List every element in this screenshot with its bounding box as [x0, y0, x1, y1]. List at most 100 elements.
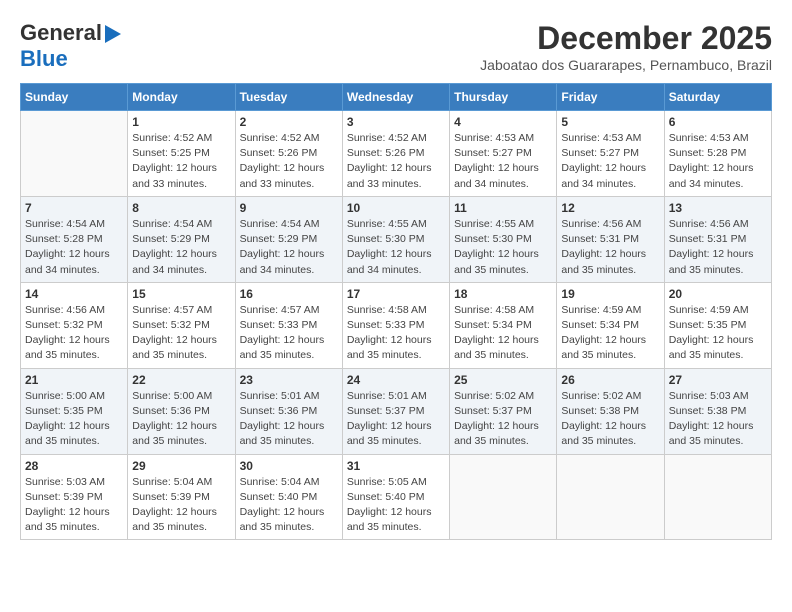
day-number: 20 — [669, 287, 767, 301]
day-number: 16 — [240, 287, 338, 301]
weekday-header-friday: Friday — [557, 84, 664, 111]
day-info: Sunrise: 5:02 AM Sunset: 5:38 PM Dayligh… — [561, 389, 659, 450]
day-info: Sunrise: 4:53 AM Sunset: 5:27 PM Dayligh… — [454, 131, 552, 192]
calendar-cell — [450, 454, 557, 540]
day-number: 27 — [669, 373, 767, 387]
calendar-week-row: 1 Sunrise: 4:52 AM Sunset: 5:25 PM Daylig… — [21, 111, 772, 197]
day-info: Sunrise: 4:58 AM Sunset: 5:33 PM Dayligh… — [347, 303, 445, 364]
title-block: December 2025 Jaboatao dos Guararapes, P… — [480, 20, 772, 73]
calendar-week-row: 14 Sunrise: 4:56 AM Sunset: 5:32 PM Dayli… — [21, 282, 772, 368]
day-info: Sunrise: 4:56 AM Sunset: 5:31 PM Dayligh… — [561, 217, 659, 278]
day-info: Sunrise: 5:02 AM Sunset: 5:37 PM Dayligh… — [454, 389, 552, 450]
day-info: Sunrise: 4:52 AM Sunset: 5:26 PM Dayligh… — [347, 131, 445, 192]
weekday-header-saturday: Saturday — [664, 84, 771, 111]
weekday-header-tuesday: Tuesday — [235, 84, 342, 111]
calendar-cell: 27Sunrise: 5:03 AM Sunset: 5:38 PM Dayli… — [664, 368, 771, 454]
day-number: 30 — [240, 459, 338, 473]
day-number: 24 — [347, 373, 445, 387]
calendar-cell: 6Sunrise: 4:53 AM Sunset: 5:28 PM Daylig… — [664, 111, 771, 197]
calendar-cell: 1 Sunrise: 4:52 AM Sunset: 5:25 PM Daylig… — [128, 111, 235, 197]
day-info: Sunrise: 5:05 AM Sunset: 5:40 PM Dayligh… — [347, 475, 445, 536]
day-info: Sunrise: 5:00 AM Sunset: 5:36 PM Dayligh… — [132, 389, 230, 450]
day-number: 17 — [347, 287, 445, 301]
day-info: Sunrise: 5:04 AM Sunset: 5:39 PM Dayligh… — [132, 475, 230, 536]
day-number: 22 — [132, 373, 230, 387]
calendar-cell: 13 Sunrise: 4:56 AM Sunset: 5:31 PM Dayli… — [664, 196, 771, 282]
day-info: Sunrise: 4:52 AM Sunset: 5:26 PM Dayligh… — [240, 131, 338, 192]
calendar-cell: 3 Sunrise: 4:52 AM Sunset: 5:26 PM Daylig… — [342, 111, 449, 197]
calendar-table: SundayMondayTuesdayWednesdayThursdayFrid… — [20, 83, 772, 540]
day-info: Sunrise: 5:03 AM Sunset: 5:39 PM Dayligh… — [25, 475, 123, 536]
day-number: 1 — [132, 115, 230, 129]
day-info: Sunrise: 5:01 AM Sunset: 5:37 PM Dayligh… — [347, 389, 445, 450]
calendar-cell: 25 Sunrise: 5:02 AM Sunset: 5:37 PM Dayli… — [450, 368, 557, 454]
day-number: 13 — [669, 201, 767, 215]
calendar-cell: 29 Sunrise: 5:04 AM Sunset: 5:39 PM Dayli… — [128, 454, 235, 540]
day-info: Sunrise: 4:56 AM Sunset: 5:32 PM Dayligh… — [25, 303, 123, 364]
calendar-cell: 21Sunrise: 5:00 AM Sunset: 5:35 PM Dayli… — [21, 368, 128, 454]
location-subtitle: Jaboatao dos Guararapes, Pernambuco, Bra… — [480, 57, 772, 73]
day-info: Sunrise: 5:00 AM Sunset: 5:35 PM Dayligh… — [25, 389, 123, 450]
calendar-cell: 15 Sunrise: 4:57 AM Sunset: 5:32 PM Dayli… — [128, 282, 235, 368]
calendar-cell — [21, 111, 128, 197]
day-number: 19 — [561, 287, 659, 301]
calendar-week-row: 21Sunrise: 5:00 AM Sunset: 5:35 PM Dayli… — [21, 368, 772, 454]
day-number: 14 — [25, 287, 123, 301]
calendar-cell: 28Sunrise: 5:03 AM Sunset: 5:39 PM Dayli… — [21, 454, 128, 540]
calendar-cell: 24 Sunrise: 5:01 AM Sunset: 5:37 PM Dayli… — [342, 368, 449, 454]
page-header: General Blue December 2025 Jaboatao dos … — [20, 20, 772, 73]
day-number: 3 — [347, 115, 445, 129]
day-info: Sunrise: 4:53 AM Sunset: 5:28 PM Dayligh… — [669, 131, 767, 192]
day-info: Sunrise: 4:55 AM Sunset: 5:30 PM Dayligh… — [454, 217, 552, 278]
calendar-cell: 26 Sunrise: 5:02 AM Sunset: 5:38 PM Dayli… — [557, 368, 664, 454]
calendar-week-row: 7Sunrise: 4:54 AM Sunset: 5:28 PM Daylig… — [21, 196, 772, 282]
calendar-cell: 7Sunrise: 4:54 AM Sunset: 5:28 PM Daylig… — [21, 196, 128, 282]
calendar-cell: 8 Sunrise: 4:54 AM Sunset: 5:29 PM Daylig… — [128, 196, 235, 282]
day-number: 2 — [240, 115, 338, 129]
calendar-cell: 12 Sunrise: 4:56 AM Sunset: 5:31 PM Dayli… — [557, 196, 664, 282]
day-number: 25 — [454, 373, 552, 387]
day-info: Sunrise: 4:52 AM Sunset: 5:25 PM Dayligh… — [132, 131, 230, 192]
day-info: Sunrise: 4:59 AM Sunset: 5:35 PM Dayligh… — [669, 303, 767, 364]
calendar-cell: 5 Sunrise: 4:53 AM Sunset: 5:27 PM Daylig… — [557, 111, 664, 197]
day-number: 29 — [132, 459, 230, 473]
day-number: 5 — [561, 115, 659, 129]
weekday-header-wednesday: Wednesday — [342, 84, 449, 111]
month-title: December 2025 — [480, 20, 772, 57]
day-info: Sunrise: 4:55 AM Sunset: 5:30 PM Dayligh… — [347, 217, 445, 278]
day-info: Sunrise: 5:04 AM Sunset: 5:40 PM Dayligh… — [240, 475, 338, 536]
day-info: Sunrise: 4:53 AM Sunset: 5:27 PM Dayligh… — [561, 131, 659, 192]
logo: General Blue — [20, 20, 121, 72]
day-info: Sunrise: 4:56 AM Sunset: 5:31 PM Dayligh… — [669, 217, 767, 278]
day-number: 10 — [347, 201, 445, 215]
calendar-cell: 10 Sunrise: 4:55 AM Sunset: 5:30 PM Dayli… — [342, 196, 449, 282]
weekday-header-monday: Monday — [128, 84, 235, 111]
calendar-cell: 31 Sunrise: 5:05 AM Sunset: 5:40 PM Dayli… — [342, 454, 449, 540]
calendar-cell: 16 Sunrise: 4:57 AM Sunset: 5:33 PM Dayli… — [235, 282, 342, 368]
day-number: 9 — [240, 201, 338, 215]
day-number: 11 — [454, 201, 552, 215]
day-info: Sunrise: 4:57 AM Sunset: 5:32 PM Dayligh… — [132, 303, 230, 364]
day-number: 15 — [132, 287, 230, 301]
calendar-cell — [664, 454, 771, 540]
calendar-cell — [557, 454, 664, 540]
day-info: Sunrise: 4:54 AM Sunset: 5:29 PM Dayligh… — [132, 217, 230, 278]
calendar-cell: 30 Sunrise: 5:04 AM Sunset: 5:40 PM Dayli… — [235, 454, 342, 540]
day-number: 31 — [347, 459, 445, 473]
calendar-week-row: 28Sunrise: 5:03 AM Sunset: 5:39 PM Dayli… — [21, 454, 772, 540]
weekday-header-row: SundayMondayTuesdayWednesdayThursdayFrid… — [21, 84, 772, 111]
day-number: 18 — [454, 287, 552, 301]
day-info: Sunrise: 4:57 AM Sunset: 5:33 PM Dayligh… — [240, 303, 338, 364]
calendar-cell: 18Sunrise: 4:58 AM Sunset: 5:34 PM Dayli… — [450, 282, 557, 368]
calendar-cell: 9Sunrise: 4:54 AM Sunset: 5:29 PM Daylig… — [235, 196, 342, 282]
logo-blue: Blue — [20, 46, 68, 71]
calendar-cell: 17 Sunrise: 4:58 AM Sunset: 5:33 PM Dayli… — [342, 282, 449, 368]
logo-general: General — [20, 20, 102, 46]
day-info: Sunrise: 5:01 AM Sunset: 5:36 PM Dayligh… — [240, 389, 338, 450]
day-info: Sunrise: 4:59 AM Sunset: 5:34 PM Dayligh… — [561, 303, 659, 364]
calendar-cell: 11 Sunrise: 4:55 AM Sunset: 5:30 PM Dayli… — [450, 196, 557, 282]
day-number: 12 — [561, 201, 659, 215]
calendar-cell: 2 Sunrise: 4:52 AM Sunset: 5:26 PM Daylig… — [235, 111, 342, 197]
day-number: 26 — [561, 373, 659, 387]
day-number: 8 — [132, 201, 230, 215]
